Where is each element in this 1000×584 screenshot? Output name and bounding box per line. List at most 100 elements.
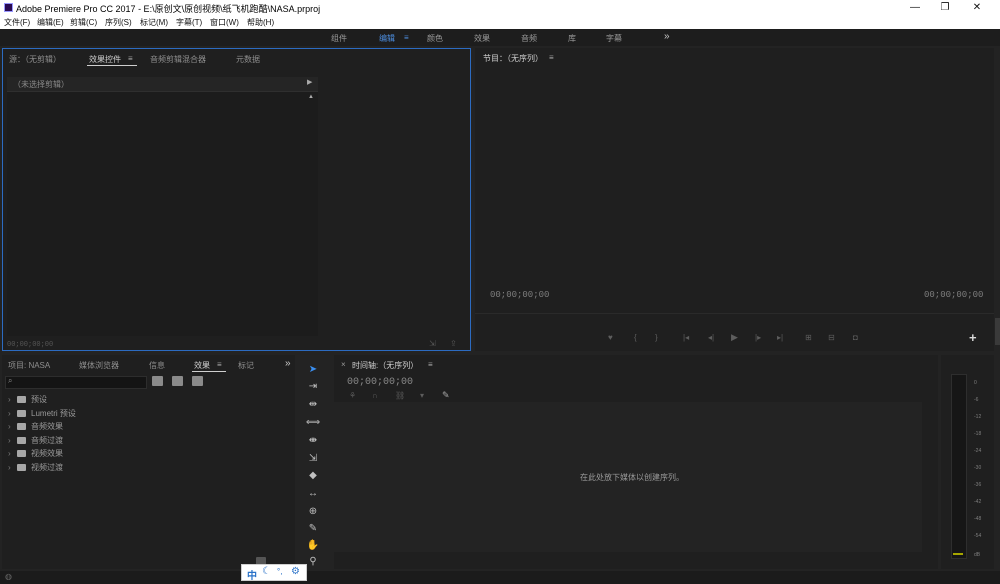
tab-markers[interactable]: 标记 bbox=[238, 360, 254, 371]
audio-meter-panel bbox=[941, 355, 994, 569]
insert-icon[interactable]: ⊞ bbox=[805, 333, 812, 342]
tab-media-browser[interactable]: 媒体浏览器 bbox=[79, 360, 119, 371]
tab-effects[interactable]: 效果 bbox=[194, 360, 210, 371]
nest-icon[interactable]: ⚘ bbox=[349, 391, 356, 400]
expand-arrow-icon[interactable]: › bbox=[8, 449, 17, 458]
workspace-editing[interactable]: 编辑 bbox=[379, 33, 395, 44]
effects-bin-row[interactable]: › 音频过渡 bbox=[8, 435, 63, 447]
slip-tool-icon[interactable]: ↔ bbox=[303, 486, 323, 502]
yuv-effects-icon[interactable] bbox=[192, 376, 203, 386]
effects-bin-row[interactable]: › Lumetri 预设 bbox=[8, 408, 76, 420]
rate-stretch-tool-icon[interactable]: ⇼ bbox=[303, 433, 323, 449]
track-select-tool-icon[interactable]: ⇥ bbox=[303, 379, 323, 395]
workspace-overflow-icon[interactable]: » bbox=[664, 31, 670, 42]
ripple-edit-tool-icon[interactable]: ⇹ bbox=[303, 397, 323, 413]
punctuation-icon[interactable]: °, bbox=[277, 567, 282, 576]
menu-sequence[interactable]: 序列(S) bbox=[105, 17, 132, 28]
step-forward-icon[interactable]: |▸ bbox=[755, 333, 761, 342]
menu-window[interactable]: 窗口(W) bbox=[210, 17, 239, 28]
menu-marker[interactable]: 标记(M) bbox=[140, 17, 168, 28]
meter-label-48: -48 bbox=[974, 516, 982, 522]
timeline-track-area[interactable]: 在此处放下媒体以创建序列。 bbox=[334, 402, 922, 552]
ripple-tool-icon[interactable]: ⇲ bbox=[303, 451, 323, 467]
menu-clip[interactable]: 剪辑(C) bbox=[70, 17, 97, 28]
menu-edit[interactable]: 编辑(E) bbox=[37, 17, 64, 28]
tab-audio-clip-mixer[interactable]: 音频剪辑混合器 bbox=[150, 54, 206, 65]
effects-bin-row[interactable]: › 预设 bbox=[8, 394, 47, 406]
expand-arrow-icon[interactable]: › bbox=[8, 395, 17, 404]
selection-tool-icon[interactable]: ➤ bbox=[303, 362, 323, 378]
add-button[interactable]: + bbox=[969, 330, 977, 345]
timeline-close-button[interactable]: × bbox=[341, 360, 346, 369]
gear-icon[interactable]: ⚙ bbox=[291, 566, 300, 577]
snap-icon[interactable]: ∩ bbox=[372, 391, 378, 400]
effects-bin-row[interactable]: › 视频效果 bbox=[8, 448, 63, 460]
expand-arrow-icon[interactable]: › bbox=[8, 422, 17, 431]
add-marker-icon[interactable]: ▾ bbox=[420, 391, 424, 400]
workspace-menu-icon[interactable]: ≡ bbox=[404, 33, 409, 42]
play-icon[interactable]: ▶ bbox=[731, 332, 738, 343]
menu-file[interactable]: 文件(F) bbox=[4, 17, 30, 28]
scroll-up-icon[interactable]: ▲ bbox=[308, 94, 314, 100]
minimize-button[interactable]: — bbox=[900, 0, 930, 15]
tab-info[interactable]: 信息 bbox=[149, 360, 165, 371]
folder-icon bbox=[17, 450, 26, 457]
timeline-menu-icon[interactable]: ≡ bbox=[428, 360, 433, 369]
audio-meter-level bbox=[953, 553, 963, 555]
restore-button[interactable]: ❐ bbox=[930, 0, 960, 15]
effects-bin-row[interactable]: › 视频过渡 bbox=[8, 462, 63, 474]
effects-bin-row[interactable]: › 音频效果 bbox=[8, 421, 63, 433]
filter-icon[interactable]: ⇲ bbox=[429, 339, 436, 348]
program-menu-icon[interactable]: ≡ bbox=[549, 53, 554, 62]
effects-search-input[interactable]: ⌕ bbox=[5, 376, 147, 389]
expand-arrow-icon[interactable]: › bbox=[8, 409, 17, 418]
audio-meter-bar bbox=[951, 374, 967, 559]
ime-chinese-mode[interactable]: 中 bbox=[247, 567, 257, 582]
mark-out-icon[interactable]: } bbox=[655, 333, 658, 342]
tab-effect-controls[interactable]: 效果控件 bbox=[89, 54, 121, 65]
32bit-effects-icon[interactable] bbox=[172, 376, 183, 386]
workspace-effects[interactable]: 效果 bbox=[474, 33, 490, 44]
effects-panel: 项目: NASA 媒体浏览器 信息 效果 ≡ 标记 » ⌕ › 预设 › Lumet… bbox=[2, 355, 295, 569]
close-window-button[interactable]: ✕ bbox=[962, 0, 992, 15]
folder-icon bbox=[17, 396, 26, 403]
tab-metadata[interactable]: 元数据 bbox=[236, 54, 260, 65]
workspace-assembly[interactable]: 组件 bbox=[331, 33, 347, 44]
pen-tool-icon[interactable]: ✎ bbox=[303, 521, 323, 537]
tab-project[interactable]: 项目: NASA bbox=[8, 360, 50, 371]
bin-label: 预设 bbox=[31, 395, 47, 404]
workspace-titles[interactable]: 字幕 bbox=[606, 33, 622, 44]
effects-menu-icon[interactable]: ≡ bbox=[217, 360, 222, 369]
expand-arrow-icon[interactable]: › bbox=[8, 436, 17, 445]
status-icon[interactable]: ◍ bbox=[5, 572, 12, 581]
go-to-out-icon[interactable]: ▸| bbox=[777, 333, 783, 342]
panel-overflow-icon[interactable]: » bbox=[285, 358, 291, 369]
rolling-edit-tool-icon[interactable]: ⟺ bbox=[303, 415, 323, 431]
workspace-audio[interactable]: 音频 bbox=[521, 33, 537, 44]
razor-tool-icon[interactable]: ◆ bbox=[303, 468, 323, 484]
menu-help[interactable]: 帮助(H) bbox=[247, 17, 274, 28]
workspace-libraries[interactable]: 库 bbox=[568, 33, 576, 44]
menu-title[interactable]: 字幕(T) bbox=[176, 17, 202, 28]
go-to-in-icon[interactable]: |◂ bbox=[683, 333, 689, 342]
hand-tool-icon[interactable]: ✋ bbox=[303, 538, 323, 554]
linked-selection-icon[interactable]: ⛓ bbox=[395, 391, 405, 400]
mark-in-icon[interactable]: { bbox=[634, 333, 637, 342]
panel-menu-icon[interactable]: ≡ bbox=[128, 54, 133, 63]
moon-icon[interactable]: ☾ bbox=[262, 566, 271, 577]
export-icon[interactable]: ⇪ bbox=[450, 339, 457, 348]
marker-icon[interactable]: ♥ bbox=[608, 333, 613, 342]
camera-icon[interactable]: ◘ bbox=[853, 333, 858, 342]
right-scrollbar[interactable] bbox=[995, 318, 1000, 345]
overwrite-icon[interactable]: ⊟ bbox=[828, 333, 835, 342]
meter-label-24: -24 bbox=[974, 448, 982, 454]
workspace-color[interactable]: 颜色 bbox=[427, 33, 443, 44]
slide-tool-icon[interactable]: ⊕ bbox=[303, 504, 323, 520]
play-arrow-icon[interactable]: ▶ bbox=[307, 78, 312, 86]
program-divider bbox=[475, 313, 994, 314]
step-back-icon[interactable]: ◂| bbox=[708, 333, 714, 342]
accelerated-effects-icon[interactable] bbox=[152, 376, 163, 386]
tab-source[interactable]: 源：（无剪辑） bbox=[9, 54, 61, 65]
wrench-icon[interactable]: ✎ bbox=[442, 390, 450, 401]
expand-arrow-icon[interactable]: › bbox=[8, 463, 17, 472]
